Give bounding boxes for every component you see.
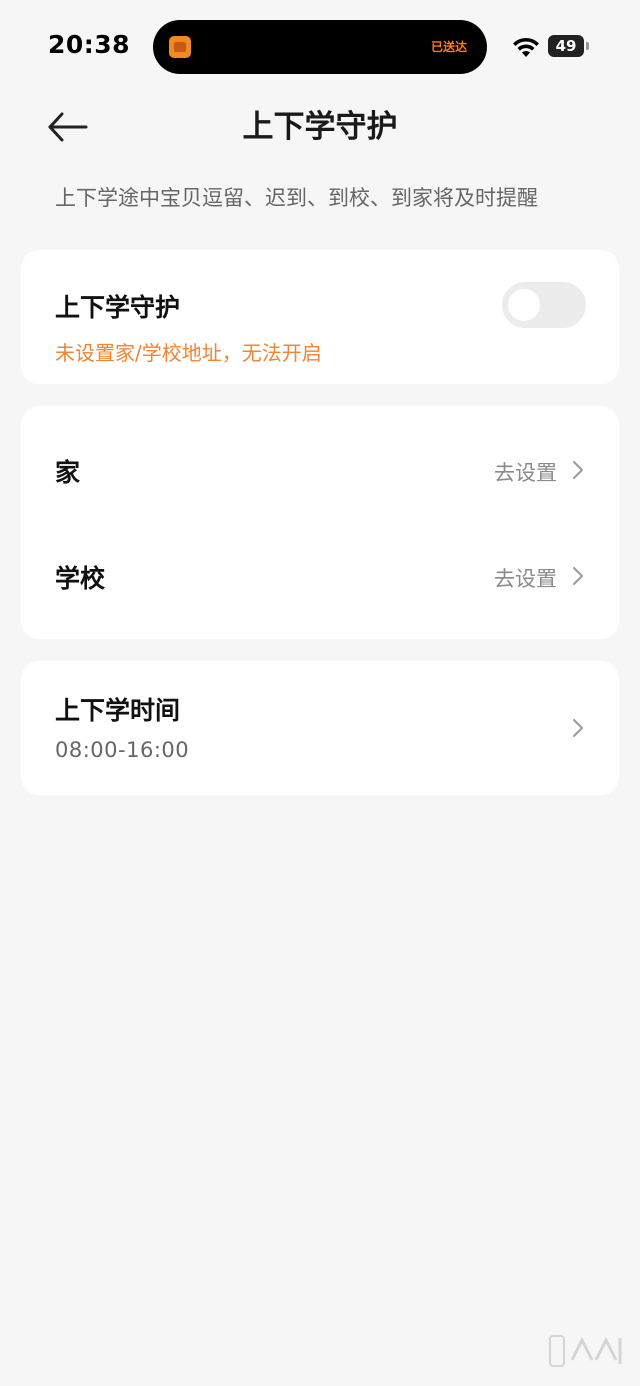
home-address-row[interactable]: 家 去设置 (21, 417, 619, 523)
school-label: 学校 (55, 564, 106, 593)
battery-icon: 49 (548, 35, 584, 57)
delivery-status-text: 已送达 (430, 40, 467, 54)
battery-tip (586, 42, 589, 50)
school-set-link[interactable]: 去设置 (494, 563, 557, 593)
toggle-knob (508, 289, 540, 321)
watermark-logo-icon (549, 1335, 622, 1367)
chevron-right-icon (573, 719, 583, 737)
school-time-title: 上下学时间 (55, 696, 181, 725)
home-label: 家 (55, 458, 81, 487)
guard-card: 上下学守护 未设置家/学校地址，无法开启 (21, 250, 619, 384)
guard-title: 上下学守护 (55, 293, 181, 322)
school-time-value: 08:00-16:00 (55, 738, 190, 762)
chevron-right-icon (573, 567, 583, 585)
page-description: 上下学途中宝贝逗留、迟到、到校、到家将及时提醒 (55, 186, 538, 210)
status-time: 20:38 (48, 30, 131, 59)
address-card: 家 去设置 学校 去设置 (21, 406, 619, 639)
status-bar: 20:38 已送达 49 (0, 0, 640, 90)
school-address-row[interactable]: 学校 去设置 (21, 523, 619, 629)
school-time-card[interactable]: 上下学时间 08:00-16:00 (21, 661, 619, 795)
guard-warning-text: 未设置家/学校地址，无法开启 (55, 341, 322, 365)
battery-percent: 49 (555, 37, 577, 55)
chevron-right-icon (573, 461, 583, 479)
wifi-icon (513, 37, 539, 57)
page-title: 上下学守护 (242, 109, 398, 145)
home-set-link[interactable]: 去设置 (494, 457, 557, 487)
package-app-icon (169, 36, 191, 58)
dynamic-island[interactable]: 已送达 (153, 20, 487, 74)
guard-toggle[interactable] (502, 282, 586, 328)
